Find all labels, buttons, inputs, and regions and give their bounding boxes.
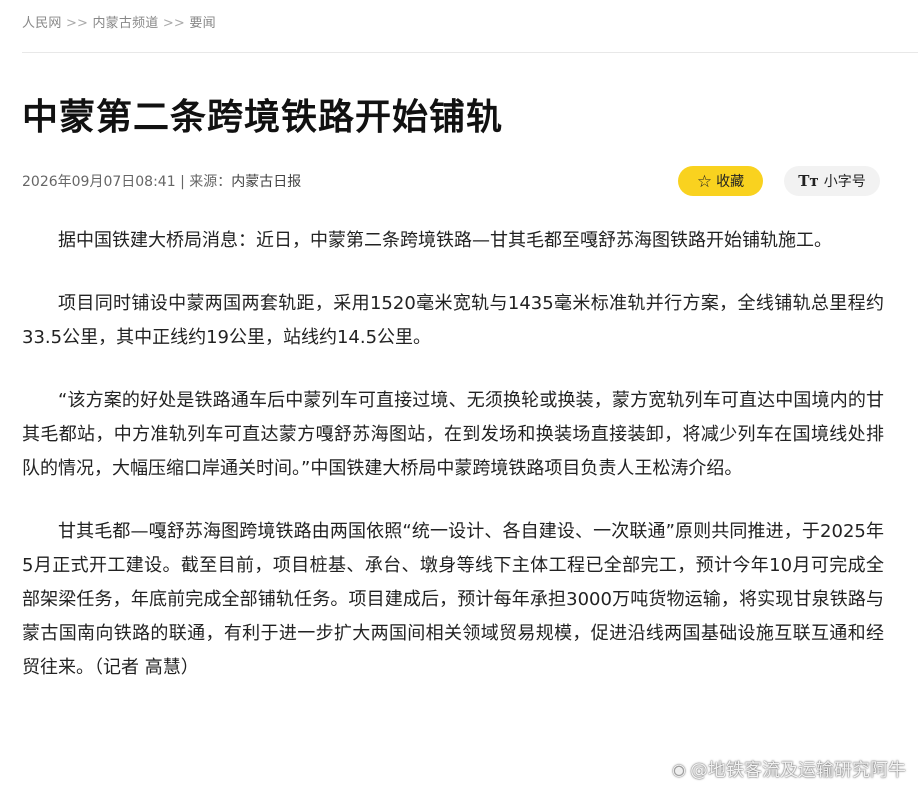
publish-datetime: 2026年09月07日08:41 (22, 174, 176, 190)
watermark: ◉ @地铁客流及运输研究阿牛 (672, 756, 906, 782)
breadcrumb-separator: >> (162, 16, 186, 31)
font-size-button[interactable]: Tт 小字号 (784, 166, 880, 196)
star-outline-icon: ☆ (696, 171, 713, 191)
article-meta: 2026年09月07日08:41 | 来源：内蒙古日报 (22, 171, 301, 191)
breadcrumb-separator: >> (65, 16, 89, 31)
font-size-icon: Tт (798, 171, 819, 190)
article-paragraph: 据中国铁建大桥局消息：近日，中蒙第二条跨境铁路—甘其毛都至嘎舒苏海图铁路开始铺轨… (58, 230, 832, 251)
source-label: 来源： (189, 174, 232, 190)
breadcrumb-item-news[interactable]: 要闻 (189, 16, 215, 31)
favorite-label: 收藏 (716, 173, 745, 189)
header-divider (22, 52, 918, 53)
article-paragraph: 项目同时铺设中蒙两国两套轨距，采用1520毫米宽轨与1435毫米标准轨并行方案，… (22, 293, 884, 348)
breadcrumb-item-channel[interactable]: 内蒙古频道 (92, 16, 158, 31)
favorite-button[interactable]: ☆ 收藏 (678, 166, 763, 196)
article-body: 据中国铁建大桥局消息：近日，中蒙第二条跨境铁路—甘其毛都至嘎舒苏海图铁路开始铺轨… (22, 224, 884, 714)
article-title: 中蒙第二条跨境铁路开始铺轨 (22, 97, 504, 138)
source-link[interactable]: 内蒙古日报 (231, 174, 301, 190)
watermark-text: @地铁客流及运输研究阿牛 (690, 760, 906, 781)
article-page: 人民网 >> 内蒙古频道 >> 要闻 中蒙第二条跨境铁路开始铺轨 2026年09… (0, 0, 918, 792)
font-size-label: 小字号 (823, 173, 866, 189)
breadcrumb-item-people[interactable]: 人民网 (22, 16, 62, 31)
meta-separator: | (180, 174, 190, 190)
article-paragraph: 甘其毛都—嘎舒苏海图跨境铁路由两国依照“统一设计、各自建设、一次联通”原则共同推… (22, 521, 884, 678)
breadcrumb: 人民网 >> 内蒙古频道 >> 要闻 (22, 12, 216, 31)
article-paragraph: “该方案的好处是铁路通车后中蒙列车可直接过境、无须换轮或换装，蒙方宽轨列车可直达… (22, 390, 884, 479)
weibo-icon: ◉ (672, 759, 686, 779)
